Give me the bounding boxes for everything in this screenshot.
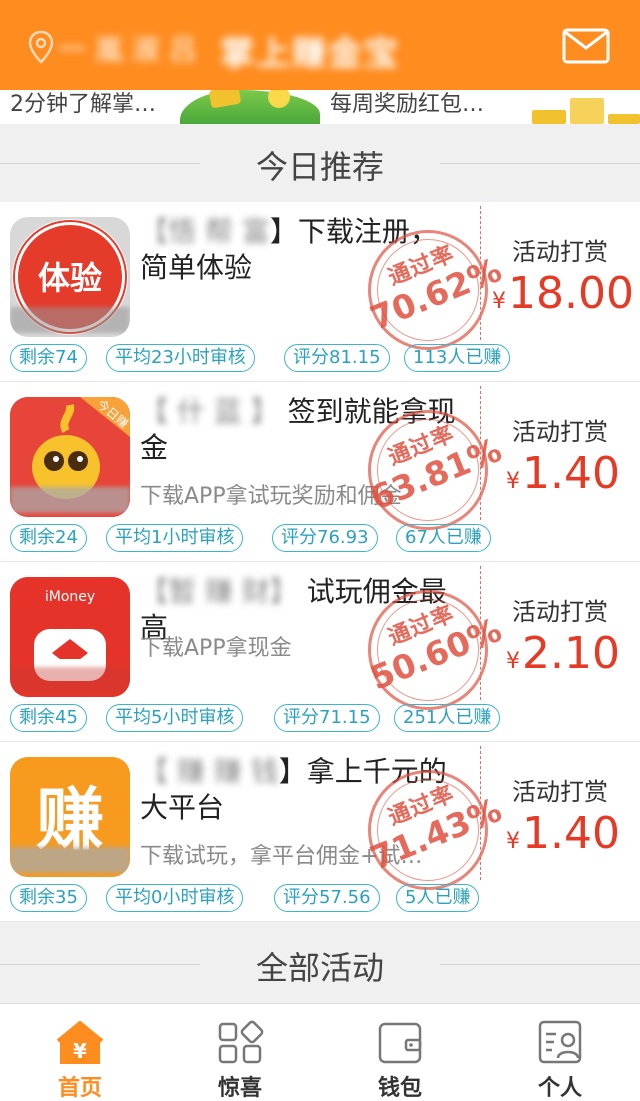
app-icon: iMoney <box>10 577 130 697</box>
promo-banner[interactable]: 2分钟了解掌… 每周奖励红包… <box>0 90 640 124</box>
tag-remaining: 剩余74 <box>10 344 87 372</box>
home-yen-icon: ¥ <box>56 1021 104 1064</box>
dashed-divider <box>480 386 481 520</box>
tag-review-time: 平均0小时审核 <box>106 884 244 912</box>
tag-earned: 251人已赚 <box>394 704 501 732</box>
task-card[interactable]: 赚 【 赚 赚 钱】拿上千元的大平台 下载试玩，拿平台佣金+试… 通过率 71.… <box>0 742 640 922</box>
mail-icon[interactable] <box>562 28 610 64</box>
profile-card-icon <box>538 1020 582 1064</box>
tag-earned: 113人已赚 <box>404 344 511 372</box>
tab-label: 个人 <box>537 1076 582 1101</box>
section-today-header: 今日推荐 <box>0 124 640 202</box>
bottom-tab-bar: ¥ 首页 惊喜 钱包 个人 <box>0 1003 640 1101</box>
location-pin-icon[interactable] <box>28 30 54 64</box>
reward-label: 活动打赏 <box>512 418 608 446</box>
reward-label: 活动打赏 <box>512 778 608 806</box>
task-title-blurred: 【 什 蓝 】 <box>140 395 279 428</box>
tab-label: 钱包 <box>377 1076 422 1101</box>
app-title: 掌上赚金宝 <box>220 34 400 74</box>
tab-wallet[interactable]: 钱包 <box>320 1004 480 1101</box>
banner-text-left[interactable]: 2分钟了解掌… <box>10 90 156 118</box>
task-card[interactable]: iMoney 【暂 赚 财】 试玩佣金最高 下载APP拿现金 通过率 50.60… <box>0 562 640 742</box>
podium-illustration <box>532 94 640 124</box>
tab-home[interactable]: ¥ 首页 <box>0 1004 160 1101</box>
task-title-blurred: 【悟 帮 富 <box>140 215 270 248</box>
banner-illustration <box>180 90 320 124</box>
app-icon: 今日赚 <box>10 397 130 517</box>
tab-label: 首页 <box>57 1076 102 1101</box>
tag-earned: 5人已赚 <box>396 884 480 912</box>
tag-remaining: 剩余45 <box>10 704 87 732</box>
wallet-icon <box>378 1022 422 1064</box>
reward-price: ¥1.40 <box>506 808 620 859</box>
task-title-blurred: 【暂 赚 财】 <box>140 575 298 608</box>
svg-text:体验: 体验 <box>38 259 102 297</box>
tag-review-time: 平均23小时审核 <box>106 344 255 372</box>
tag-remaining: 剩余24 <box>10 524 87 552</box>
reward-price: ¥2.10 <box>506 628 620 679</box>
grid-apps-icon <box>218 1020 264 1064</box>
app-icon: 体验 <box>10 217 130 337</box>
app-icon: 赚 <box>10 757 130 877</box>
task-title-blurred: 【 赚 赚 钱 <box>140 755 279 788</box>
tab-surprise[interactable]: 惊喜 <box>160 1004 320 1101</box>
banner-text-right[interactable]: 每周奖励红包… <box>330 90 484 118</box>
tag-score: 评分76.93 <box>272 524 378 552</box>
tag-earned: 67人已赚 <box>396 524 491 552</box>
tag-score: 评分81.15 <box>284 344 390 372</box>
section-today-title: 今日推荐 <box>255 148 384 186</box>
dashed-divider <box>480 746 481 880</box>
city-label[interactable]: 一 嵐 淑 吕 <box>58 28 197 68</box>
dashed-divider <box>480 206 481 340</box>
tab-label: 惊喜 <box>217 1076 262 1101</box>
task-card[interactable]: 体验 【悟 帮 富】下载注册，简单体验 通过率 70.62% 活动打赏 ¥18.… <box>0 202 640 382</box>
tag-remaining: 剩余35 <box>10 884 87 912</box>
reward-label: 活动打赏 <box>512 238 608 266</box>
reward-price: ¥1.40 <box>506 448 620 499</box>
section-all-header: 全部活动 <box>0 925 640 1003</box>
tag-score: 评分57.56 <box>274 884 380 912</box>
tag-review-time: 平均5小时审核 <box>106 704 244 732</box>
reward-price: ¥18.00 <box>492 268 634 319</box>
reward-label: 活动打赏 <box>512 598 608 626</box>
app-header: 一 嵐 淑 吕 掌上赚金宝 <box>0 0 640 90</box>
svg-text:¥: ¥ <box>73 1039 87 1063</box>
tab-profile[interactable]: 个人 <box>480 1004 640 1101</box>
svg-text:iMoney: iMoney <box>45 589 95 605</box>
tag-score: 评分71.15 <box>274 704 380 732</box>
dashed-divider <box>480 566 481 700</box>
task-card[interactable]: 今日赚 【 什 蓝 】 签到就能拿现金 下载APP拿试玩奖励和佣金 通过率 63… <box>0 382 640 562</box>
section-all-title: 全部活动 <box>255 949 384 987</box>
tag-review-time: 平均1小时审核 <box>106 524 244 552</box>
